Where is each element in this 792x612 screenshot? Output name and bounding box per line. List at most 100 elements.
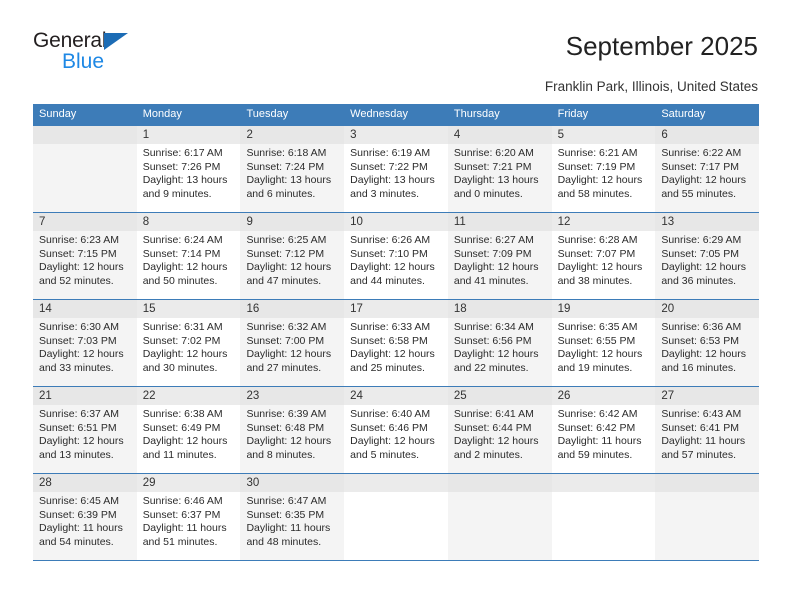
sunset-text: Sunset: 6:37 PM <box>142 508 221 521</box>
day-cell[interactable] <box>344 474 448 560</box>
daylight-text: Daylight: 12 hours and 11 minutes. <box>142 435 228 461</box>
day-cell[interactable]: 26 Sunrise: 6:42 AM Sunset: 6:42 PM Dayl… <box>551 387 656 473</box>
day-cell[interactable]: 15 Sunrise: 6:31 AM Sunset: 7:02 PM Dayl… <box>136 300 241 386</box>
daylight-text: Daylight: 13 hours and 0 minutes. <box>453 174 539 200</box>
calendar-page: General Blue September 2025 Franklin Par… <box>0 0 792 612</box>
sunset-text: Sunset: 6:35 PM <box>246 508 325 521</box>
sunset-text: Sunset: 6:58 PM <box>350 334 428 347</box>
calendar-week-row: 1 Sunrise: 6:17 AM Sunset: 7:26 PM Dayli… <box>33 125 760 212</box>
page-title: September 2025 <box>565 31 758 61</box>
sunset-text: Sunset: 7:05 PM <box>661 247 739 260</box>
day-number: 4 <box>447 126 552 144</box>
day-cell[interactable]: 2 Sunrise: 6:18 AM Sunset: 7:24 PM Dayli… <box>240 126 345 212</box>
general-blue-logo[interactable]: General Blue <box>33 30 223 78</box>
day-cell[interactable]: 1 Sunrise: 6:17 AM Sunset: 7:26 PM Dayli… <box>136 126 241 212</box>
daylight-text: Daylight: 12 hours and 55 minutes. <box>661 174 746 200</box>
day-number <box>551 474 656 492</box>
day-cell[interactable]: 24 Sunrise: 6:40 AM Sunset: 6:46 PM Dayl… <box>344 387 448 473</box>
sunrise-text: Sunrise: 6:23 AM <box>39 234 119 246</box>
day-number: 22 <box>136 387 241 405</box>
daylight-text: Daylight: 12 hours and 19 minutes. <box>557 348 643 374</box>
day-cell[interactable]: 3 Sunrise: 6:19 AM Sunset: 7:22 PM Dayli… <box>344 126 448 212</box>
day-cell[interactable]: 13 Sunrise: 6:29 AM Sunset: 7:05 PM Dayl… <box>655 213 760 299</box>
logo-text-blue: Blue <box>62 50 105 73</box>
day-number: 12 <box>551 213 656 231</box>
logo-triangle-icon <box>104 33 128 50</box>
daylight-text: Daylight: 12 hours and 58 minutes. <box>557 174 643 200</box>
day-cell[interactable]: 5 Sunrise: 6:21 AM Sunset: 7:19 PM Dayli… <box>551 126 656 212</box>
day-cell[interactable]: 12 Sunrise: 6:28 AM Sunset: 7:07 PM Dayl… <box>551 213 656 299</box>
day-cell[interactable] <box>447 474 552 560</box>
daylight-text: Daylight: 12 hours and 44 minutes. <box>350 261 435 287</box>
sunset-text: Sunset: 7:22 PM <box>350 160 428 173</box>
day-details: Sunrise: 6:37 AM Sunset: 6:51 PM Dayligh… <box>33 405 137 462</box>
day-cell[interactable]: 21 Sunrise: 6:37 AM Sunset: 6:51 PM Dayl… <box>33 387 137 473</box>
day-cell[interactable]: 9 Sunrise: 6:25 AM Sunset: 7:12 PM Dayli… <box>240 213 345 299</box>
day-cell[interactable]: 8 Sunrise: 6:24 AM Sunset: 7:14 PM Dayli… <box>136 213 241 299</box>
day-cell[interactable]: 10 Sunrise: 6:26 AM Sunset: 7:10 PM Dayl… <box>344 213 448 299</box>
daylight-text: Daylight: 12 hours and 2 minutes. <box>453 435 539 461</box>
day-cell[interactable]: 11 Sunrise: 6:27 AM Sunset: 7:09 PM Dayl… <box>447 213 552 299</box>
daylight-text: Daylight: 11 hours and 57 minutes. <box>661 435 746 461</box>
day-cell[interactable]: 27 Sunrise: 6:43 AM Sunset: 6:41 PM Dayl… <box>655 387 760 473</box>
day-cell[interactable] <box>551 474 656 560</box>
day-cell[interactable]: 4 Sunrise: 6:20 AM Sunset: 7:21 PM Dayli… <box>447 126 552 212</box>
day-details: Sunrise: 6:24 AM Sunset: 7:14 PM Dayligh… <box>137 231 241 288</box>
sunrise-text: Sunrise: 6:41 AM <box>453 408 534 420</box>
weekday-header-friday: Friday <box>557 108 589 120</box>
sunrise-text: Sunrise: 6:38 AM <box>142 408 223 420</box>
day-cell[interactable]: 14 Sunrise: 6:30 AM Sunset: 7:03 PM Dayl… <box>33 300 137 386</box>
day-number: 14 <box>33 300 137 318</box>
day-cell[interactable]: 6 Sunrise: 6:22 AM Sunset: 7:17 PM Dayli… <box>655 126 760 212</box>
day-number: 28 <box>33 474 137 492</box>
day-cell[interactable]: 7 Sunrise: 6:23 AM Sunset: 7:15 PM Dayli… <box>33 213 137 299</box>
sunset-text: Sunset: 7:15 PM <box>39 247 117 260</box>
day-number: 3 <box>344 126 448 144</box>
day-cell[interactable]: 16 Sunrise: 6:32 AM Sunset: 7:00 PM Dayl… <box>240 300 345 386</box>
sunset-text: Sunset: 7:24 PM <box>246 160 325 173</box>
day-cell[interactable]: 25 Sunrise: 6:41 AM Sunset: 6:44 PM Dayl… <box>447 387 552 473</box>
sunset-text: Sunset: 7:09 PM <box>453 247 532 260</box>
day-number <box>33 126 137 144</box>
day-cell[interactable]: 19 Sunrise: 6:35 AM Sunset: 6:55 PM Dayl… <box>551 300 656 386</box>
day-cell[interactable]: 28 Sunrise: 6:45 AM Sunset: 6:39 PM Dayl… <box>33 474 137 560</box>
day-cell[interactable] <box>33 126 137 212</box>
day-cell[interactable]: 30 Sunrise: 6:47 AM Sunset: 6:35 PM Dayl… <box>240 474 345 560</box>
page-header: General Blue September 2025 Franklin Par… <box>0 0 792 100</box>
day-number: 6 <box>655 126 760 144</box>
sunrise-text: Sunrise: 6:26 AM <box>350 234 431 246</box>
day-details <box>448 492 552 495</box>
daylight-text: Daylight: 11 hours and 54 minutes. <box>39 522 123 548</box>
day-cell[interactable]: 18 Sunrise: 6:34 AM Sunset: 6:56 PM Dayl… <box>447 300 552 386</box>
sunrise-text: Sunrise: 6:43 AM <box>661 408 742 420</box>
sunset-text: Sunset: 7:19 PM <box>557 160 636 173</box>
day-details: Sunrise: 6:41 AM Sunset: 6:44 PM Dayligh… <box>448 405 552 462</box>
day-cell[interactable] <box>655 474 760 560</box>
daylight-text: Daylight: 11 hours and 59 minutes. <box>557 435 642 461</box>
day-number: 30 <box>240 474 345 492</box>
sunset-text: Sunset: 6:41 PM <box>661 421 739 434</box>
sunset-text: Sunset: 6:51 PM <box>39 421 117 434</box>
weekday-header-tuesday: Tuesday <box>246 108 289 120</box>
calendar-week-row: 7 Sunrise: 6:23 AM Sunset: 7:15 PM Dayli… <box>33 212 760 299</box>
logo-text-general: General <box>33 29 107 52</box>
sunset-text: Sunset: 6:49 PM <box>142 421 221 434</box>
day-number: 20 <box>655 300 760 318</box>
sunrise-text: Sunrise: 6:30 AM <box>39 321 119 333</box>
daylight-text: Daylight: 12 hours and 38 minutes. <box>557 261 643 287</box>
daylight-text: Daylight: 13 hours and 6 minutes. <box>246 174 332 200</box>
day-cell[interactable]: 17 Sunrise: 6:33 AM Sunset: 6:58 PM Dayl… <box>344 300 448 386</box>
day-details: Sunrise: 6:19 AM Sunset: 7:22 PM Dayligh… <box>344 144 448 201</box>
sunset-text: Sunset: 7:03 PM <box>39 334 117 347</box>
day-number: 18 <box>447 300 552 318</box>
day-cell[interactable]: 23 Sunrise: 6:39 AM Sunset: 6:48 PM Dayl… <box>240 387 345 473</box>
day-cell[interactable]: 20 Sunrise: 6:36 AM Sunset: 6:53 PM Dayl… <box>655 300 760 386</box>
day-cell[interactable]: 29 Sunrise: 6:46 AM Sunset: 6:37 PM Dayl… <box>136 474 241 560</box>
day-number: 23 <box>240 387 345 405</box>
day-cell[interactable]: 22 Sunrise: 6:38 AM Sunset: 6:49 PM Dayl… <box>136 387 241 473</box>
day-details: Sunrise: 6:39 AM Sunset: 6:48 PM Dayligh… <box>240 405 344 462</box>
daylight-text: Daylight: 11 hours and 48 minutes. <box>246 522 331 548</box>
day-details: Sunrise: 6:33 AM Sunset: 6:58 PM Dayligh… <box>344 318 448 375</box>
sunset-text: Sunset: 7:21 PM <box>453 160 532 173</box>
day-number: 1 <box>136 126 241 144</box>
